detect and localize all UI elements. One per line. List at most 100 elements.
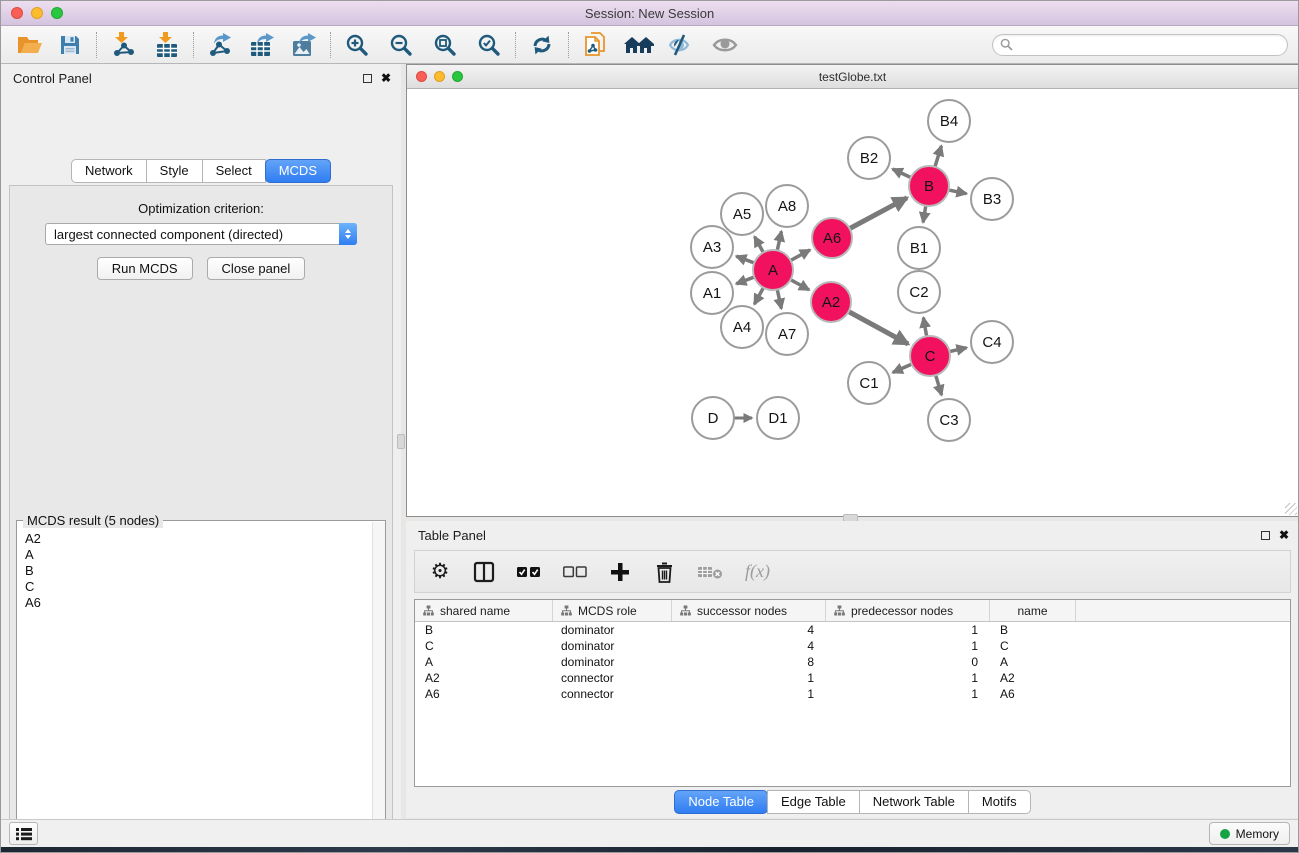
result-item[interactable]: B <box>25 563 385 579</box>
table-cell[interactable]: 1 <box>672 671 826 685</box>
delete-column-icon[interactable] <box>653 559 675 585</box>
result-item[interactable]: A2 <box>25 531 385 547</box>
node-A1[interactable]: A1 <box>691 272 733 314</box>
criterion-select[interactable]: largest connected component (directed) <box>45 223 357 245</box>
table-cell[interactable]: dominator <box>553 623 672 637</box>
float-panel-icon[interactable] <box>1261 531 1270 540</box>
table-cell[interactable]: connector <box>553 687 672 701</box>
result-item[interactable]: C <box>25 579 385 595</box>
float-panel-icon[interactable] <box>363 74 372 83</box>
tab-network[interactable]: Network <box>71 159 147 183</box>
result-scrollbar[interactable] <box>372 522 385 853</box>
deselect-all-columns-icon[interactable] <box>563 559 587 585</box>
node-A6[interactable]: A6 <box>812 218 852 258</box>
node-B2[interactable]: B2 <box>848 137 890 179</box>
table-cell[interactable]: 1 <box>826 687 990 701</box>
table-cell[interactable]: 8 <box>672 655 826 669</box>
node-C[interactable]: C <box>910 336 950 376</box>
node-C2[interactable]: C2 <box>898 271 940 313</box>
node-B4[interactable]: B4 <box>928 100 970 142</box>
table-cell[interactable]: A6 <box>415 687 553 701</box>
node-B1[interactable]: B1 <box>898 227 940 269</box>
table-cell[interactable]: A2 <box>990 671 1076 685</box>
zoom-in-icon[interactable] <box>340 30 374 60</box>
table-cell[interactable]: 1 <box>826 671 990 685</box>
tab-node-table[interactable]: Node Table <box>674 790 768 814</box>
run-mcds-button[interactable]: Run MCDS <box>97 257 193 280</box>
task-history-button[interactable] <box>9 822 38 845</box>
node-A5[interactable]: A5 <box>721 193 763 235</box>
zoom-fit-icon[interactable] <box>428 30 462 60</box>
table-cell[interactable]: 1 <box>826 623 990 637</box>
node-B3[interactable]: B3 <box>971 178 1013 220</box>
tab-mcds[interactable]: MCDS <box>265 159 331 183</box>
node-A[interactable]: A <box>753 250 793 290</box>
column-header-predecessor-nodes[interactable]: predecessor nodes <box>826 600 990 621</box>
search-input[interactable] <box>1017 36 1287 54</box>
node-C1[interactable]: C1 <box>848 362 890 404</box>
result-item[interactable]: A6 <box>25 595 385 611</box>
table-cell[interactable]: B <box>415 623 553 637</box>
network-canvas[interactable]: AA1A2A3A4A5A6A7A8BB1B2B3B4CC1C2C3C4DD1 <box>407 89 1298 516</box>
select-all-columns-icon[interactable] <box>517 559 541 585</box>
node-A7[interactable]: A7 <box>766 313 808 355</box>
column-header-successor-nodes[interactable]: successor nodes <box>672 600 826 621</box>
table-row[interactable]: A6connector11A6 <box>415 686 1290 702</box>
table-cell[interactable]: connector <box>553 671 672 685</box>
memory-button[interactable]: Memory <box>1209 822 1290 845</box>
table-cell[interactable]: A6 <box>990 687 1076 701</box>
column-header-shared-name[interactable]: shared name <box>415 600 553 621</box>
search-field[interactable] <box>992 34 1288 56</box>
table-settings-gear-icon[interactable]: ⚙ <box>429 559 451 585</box>
table-row[interactable]: A2connector11A2 <box>415 670 1290 686</box>
table-row[interactable]: Cdominator41C <box>415 638 1290 654</box>
table-cell[interactable]: A <box>990 655 1076 669</box>
close-panel-icon[interactable]: ✖ <box>381 72 391 84</box>
import-table-icon[interactable] <box>150 30 184 60</box>
table-row[interactable]: Bdominator41B <box>415 622 1290 638</box>
table-cell[interactable]: C <box>415 639 553 653</box>
tab-motifs[interactable]: Motifs <box>968 790 1031 814</box>
table-cell[interactable]: 4 <box>672 623 826 637</box>
network-window-titlebar[interactable]: testGlobe.txt <box>407 65 1298 89</box>
export-table-icon[interactable] <box>245 30 279 60</box>
tab-select[interactable]: Select <box>202 159 266 183</box>
close-panel-button[interactable]: Close panel <box>207 257 306 280</box>
zoom-out-icon[interactable] <box>384 30 418 60</box>
table-cell[interactable]: 4 <box>672 639 826 653</box>
apply-layout-icon[interactable] <box>525 30 559 60</box>
table-cell[interactable]: 1 <box>826 639 990 653</box>
save-session-icon[interactable] <box>53 30 87 60</box>
new-network-from-selection-icon[interactable] <box>578 30 612 60</box>
node-C4[interactable]: C4 <box>971 321 1013 363</box>
result-item[interactable]: A <box>25 547 385 563</box>
import-network-icon[interactable] <box>106 30 140 60</box>
table-cell[interactable]: A <box>415 655 553 669</box>
table-cell[interactable]: B <box>990 623 1076 637</box>
table-cell[interactable]: dominator <box>553 655 672 669</box>
column-header-MCDS-role[interactable]: MCDS role <box>553 600 672 621</box>
open-session-icon[interactable] <box>13 30 47 60</box>
tab-edge-table[interactable]: Edge Table <box>767 790 860 814</box>
first-neighbors-icon[interactable] <box>622 30 656 60</box>
export-network-icon[interactable] <box>203 30 237 60</box>
panel-divider-handle[interactable] <box>397 434 405 449</box>
table-row[interactable]: Adominator80A <box>415 654 1290 670</box>
node-D[interactable]: D <box>692 397 734 439</box>
node-D1[interactable]: D1 <box>757 397 799 439</box>
hide-selected-icon[interactable] <box>664 30 698 60</box>
table-cell[interactable]: 1 <box>672 687 826 701</box>
table-cell[interactable]: A2 <box>415 671 553 685</box>
node-A2[interactable]: A2 <box>811 282 851 322</box>
node-A3[interactable]: A3 <box>691 226 733 268</box>
zoom-selected-icon[interactable] <box>472 30 506 60</box>
node-C3[interactable]: C3 <box>928 399 970 441</box>
show-columns-icon[interactable] <box>473 559 495 585</box>
column-header-name[interactable]: name <box>990 600 1076 621</box>
table-cell[interactable]: dominator <box>553 639 672 653</box>
close-panel-icon[interactable]: ✖ <box>1279 529 1289 541</box>
node-B[interactable]: B <box>909 166 949 206</box>
node-A8[interactable]: A8 <box>766 185 808 227</box>
create-column-icon[interactable] <box>609 559 631 585</box>
table-cell[interactable]: 0 <box>826 655 990 669</box>
